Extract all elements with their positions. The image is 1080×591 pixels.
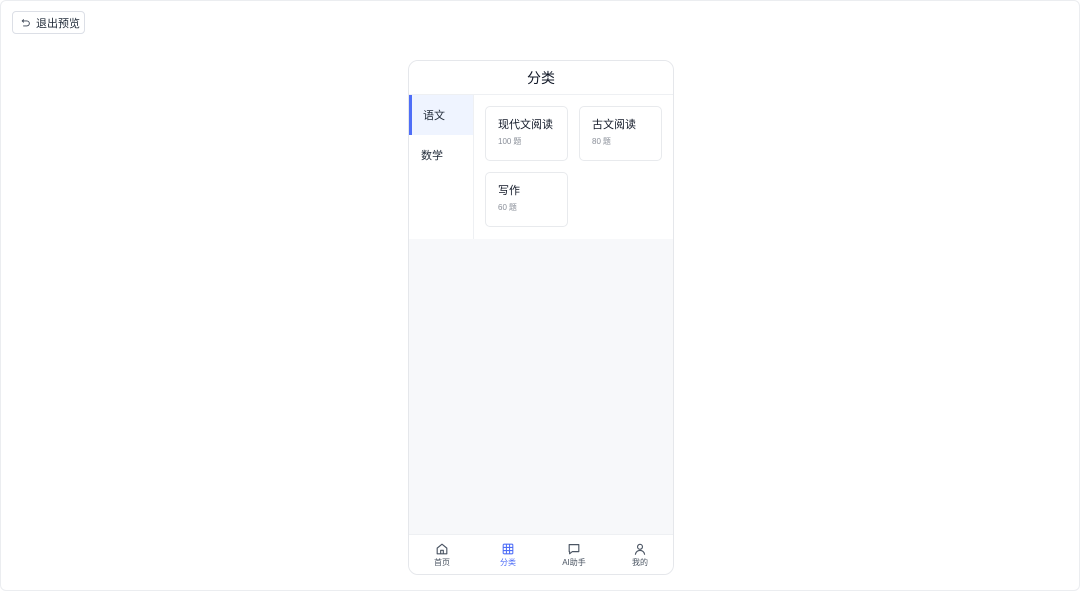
exit-preview-button[interactable]: 退出预览 — [12, 11, 85, 34]
exit-preview-label: 退出预览 — [36, 17, 80, 30]
bottom-tabbar: 首页 分类 AI助手 我的 — [409, 534, 673, 574]
category-card-grid: 现代文阅读 100 题 古文阅读 80 题 写作 60 题 — [474, 95, 673, 239]
page-header: 分类 — [409, 61, 673, 95]
chat-icon — [568, 543, 580, 554]
category-card-modern-reading[interactable]: 现代文阅读 100 题 — [485, 106, 568, 161]
home-icon — [436, 543, 448, 554]
tab-label: AI助手 — [562, 557, 586, 567]
card-count: 60 题 — [498, 203, 567, 213]
tab-home[interactable]: 首页 — [409, 535, 475, 574]
tab-label: 我的 — [632, 557, 648, 567]
user-icon — [634, 543, 646, 555]
card-count-unit: 题 — [508, 203, 517, 212]
tab-mine[interactable]: 我的 — [607, 535, 673, 574]
category-card-classical-reading[interactable]: 古文阅读 80 题 — [579, 106, 662, 161]
card-count-unit: 题 — [602, 137, 611, 146]
card-count: 100 题 — [498, 137, 567, 147]
sidebar-item-label: 语文 — [423, 110, 445, 122]
card-count-unit: 题 — [513, 137, 522, 146]
subject-sidebar: 语文 数学 — [409, 95, 474, 239]
card-count-value: 60 — [498, 203, 507, 212]
undo-icon — [21, 18, 30, 26]
tab-label: 分类 — [500, 557, 516, 567]
sidebar-item-math[interactable]: 数学 — [409, 135, 473, 175]
card-count-value: 100 — [498, 137, 512, 146]
tab-ai-assistant[interactable]: AI助手 — [541, 535, 607, 574]
card-count: 80 题 — [592, 137, 661, 147]
grid-icon — [502, 543, 514, 554]
card-count-value: 80 — [592, 137, 601, 146]
sidebar-item-chinese[interactable]: 语文 — [409, 95, 473, 135]
preview-frame: 退出预览 分类 语文 数学 现代文阅读 100 题 古文阅读 80 题 写作 6… — [0, 0, 1080, 591]
tab-category[interactable]: 分类 — [475, 535, 541, 574]
category-card-writing[interactable]: 写作 60 题 — [485, 172, 568, 227]
card-title: 现代文阅读 — [498, 119, 553, 131]
card-title: 写作 — [498, 185, 520, 197]
phone-preview: 分类 语文 数学 现代文阅读 100 题 古文阅读 80 题 写作 60 题 首… — [408, 60, 674, 575]
card-title: 古文阅读 — [592, 119, 636, 131]
page-title: 分类 — [527, 69, 555, 86]
sidebar-item-label: 数学 — [421, 150, 443, 162]
tab-label: 首页 — [434, 557, 450, 567]
category-content: 语文 数学 现代文阅读 100 题 古文阅读 80 题 写作 60 题 — [409, 95, 673, 239]
